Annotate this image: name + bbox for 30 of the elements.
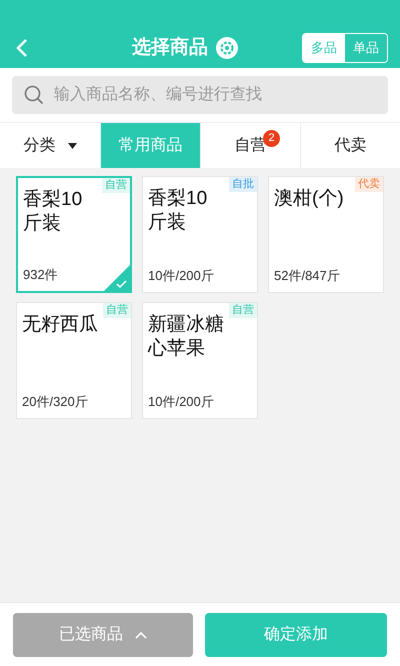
category-dropdown[interactable]: 分类 [0,123,100,168]
product-card[interactable]: 自营 新疆冰糖心苹果 10件/200斤 [142,302,258,419]
tag-label: 代卖 [355,177,383,192]
product-card[interactable]: 自营 香梨10斤装 932件 [16,176,132,293]
check-corner-icon [104,265,130,291]
search-field[interactable]: 输入商品名称、编号进行查找 [12,76,388,114]
stock-text: 20件/320斤 [22,392,88,410]
product-name: 香梨10斤装 [148,187,208,235]
caret-icon [68,142,76,148]
settings-icon[interactable] [216,37,238,59]
back-icon[interactable] [16,38,28,58]
product-name: 澳柑(个) [274,187,345,211]
product-card[interactable]: 自批 香梨10斤装 10件/200斤 [142,176,258,293]
tag-label: 自批 [229,177,257,192]
tag-label: 自营 [229,303,257,318]
tag-label: 自营 [103,303,131,318]
count-badge: 2 [263,130,280,147]
product-name: 新疆冰糖心苹果 [148,313,225,361]
product-name: 香梨10斤装 [23,188,84,236]
stock-text: 932件 [23,266,58,284]
stock-text: 52件/847斤 [274,266,340,284]
page-title: 选择商品 [132,36,208,60]
product-card[interactable]: 自营 无籽西瓜 20件/320斤 [16,302,132,419]
chevron-up-icon [135,630,147,638]
stock-text: 10件/200斤 [148,266,214,284]
stock-text: 10件/200斤 [148,392,214,410]
tag-label: 自营 [102,178,130,193]
product-name: 无籽西瓜 [22,313,99,337]
search-icon [24,85,44,105]
product-card[interactable]: 代卖 澳柑(个) 52件/847斤 [268,176,384,293]
